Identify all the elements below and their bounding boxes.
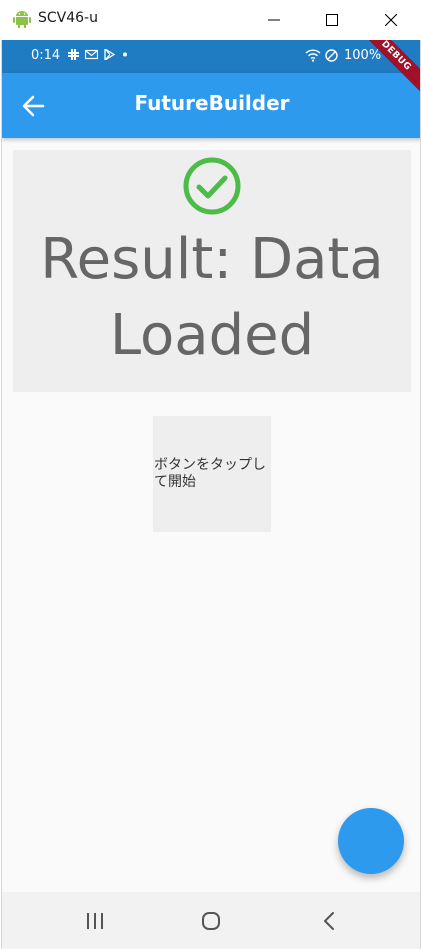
notification-icons bbox=[68, 49, 129, 60]
result-panel: Result: Data Loaded bbox=[13, 150, 411, 392]
recents-button[interactable] bbox=[80, 906, 110, 936]
chevron-left-icon bbox=[324, 912, 334, 930]
battery-level: 100% bbox=[344, 48, 382, 63]
window-title-bar: SCV46-u bbox=[0, 0, 422, 40]
android-icon bbox=[13, 11, 31, 28]
check-circle-icon bbox=[183, 157, 241, 215]
do-not-disturb-icon bbox=[325, 49, 338, 62]
start-button[interactable]: ボタンをタップして開始 bbox=[153, 416, 271, 532]
system-status-icons bbox=[305, 49, 338, 62]
minimize-icon bbox=[268, 19, 280, 21]
status-bar: 0:14 100% bbox=[2, 40, 420, 73]
system-nav-bar bbox=[2, 892, 420, 949]
slack-icon bbox=[68, 49, 79, 60]
play-store-icon bbox=[104, 49, 115, 60]
close-icon bbox=[385, 14, 397, 26]
close-button[interactable] bbox=[362, 0, 420, 40]
nav-back-button[interactable] bbox=[314, 906, 344, 936]
maximize-icon bbox=[326, 14, 338, 26]
mail-icon bbox=[85, 49, 98, 60]
device-screen: 0:14 100% DEBUG FutureBuilder Result: Da… bbox=[1, 40, 421, 949]
home-icon bbox=[202, 912, 220, 930]
dot-icon bbox=[123, 52, 127, 57]
floating-action-button[interactable] bbox=[338, 808, 404, 874]
minimize-button[interactable] bbox=[245, 0, 303, 40]
home-button[interactable] bbox=[196, 906, 226, 936]
start-button-label: ボタンをタップして開始 bbox=[154, 457, 266, 490]
app-bar: FutureBuilder bbox=[2, 73, 420, 138]
maximize-button[interactable] bbox=[303, 0, 361, 40]
app-title: FutureBuilder bbox=[134, 91, 290, 115]
window-title: SCV46-u bbox=[38, 10, 98, 26]
recents-icon bbox=[87, 913, 103, 929]
result-text: Result: Data Loaded bbox=[40, 227, 384, 368]
wifi-icon bbox=[305, 49, 321, 62]
status-time: 0:14 bbox=[31, 48, 61, 63]
